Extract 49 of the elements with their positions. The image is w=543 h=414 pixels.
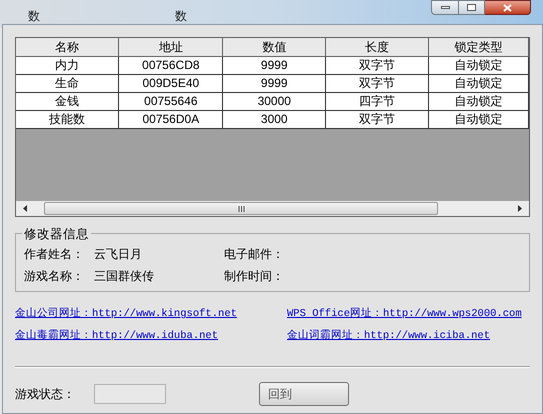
- column-header[interactable]: 名称: [16, 38, 119, 56]
- horizontal-scrollbar[interactable]: [16, 201, 529, 216]
- column-header[interactable]: 数值: [222, 38, 326, 56]
- table-cell: 自动锁定: [428, 56, 528, 74]
- field-label: 游戏名称：: [24, 268, 85, 284]
- table-cell: 自动锁定: [428, 110, 528, 128]
- table-cell: 3000: [222, 110, 326, 128]
- table-cell: 00756CD8: [118, 56, 223, 74]
- table-cell: 9999: [222, 56, 326, 74]
- column-header[interactable]: 锁定类型: [428, 38, 528, 56]
- table-cell: 30000: [222, 92, 326, 110]
- field-label: 电子邮件：: [224, 246, 284, 262]
- link[interactable]: 金山公司网址：http://www.kingsoft.net: [15, 306, 287, 322]
- table-cell: 00755646: [118, 92, 223, 110]
- field-label: 制作时间：: [224, 268, 284, 284]
- table-cell: 双字节: [326, 110, 429, 128]
- scroll-left-icon[interactable]: [23, 205, 27, 212]
- status-field: [94, 384, 166, 404]
- table-cell: 自动锁定: [428, 74, 528, 92]
- table-cell: 009D5E40: [118, 74, 223, 92]
- status-label: 游戏状态：: [15, 386, 76, 403]
- column-header[interactable]: 地址: [118, 38, 223, 56]
- table-cell: 双字节: [326, 74, 429, 92]
- column-label: 数: [28, 8, 40, 25]
- close-icon: [503, 4, 512, 12]
- scroll-right-icon[interactable]: [518, 205, 522, 212]
- table-cell: 自动锁定: [428, 92, 528, 110]
- grip-icon: [238, 206, 244, 212]
- return-button[interactable]: 回到: [259, 382, 349, 406]
- column-header[interactable]: 长度: [326, 38, 429, 56]
- table-cell: 9999: [222, 74, 326, 92]
- link[interactable]: WPS Office网址：http://www.wps2000.com: [287, 306, 530, 322]
- close-button[interactable]: [485, 0, 531, 15]
- link[interactable]: 金山词霸网址：http://www.iciba.net: [287, 328, 530, 344]
- field-value: 三国群侠传: [94, 268, 155, 284]
- table-cell: 四字节: [326, 92, 429, 110]
- scrollbar-thumb[interactable]: [44, 202, 438, 215]
- table-cell: 技能数: [16, 110, 119, 128]
- table-cell: 00756D0A: [118, 110, 223, 128]
- field-label: 作者姓名：: [24, 246, 85, 262]
- minimize-button[interactable]: [431, 0, 459, 15]
- field-value: 云飞日月: [94, 246, 143, 262]
- column-label: 数: [175, 8, 187, 25]
- table-cell: 内力: [16, 56, 119, 74]
- table-cell: 金钱: [16, 92, 119, 110]
- maximize-button[interactable]: [459, 0, 485, 15]
- table-cell: 生命: [16, 74, 119, 92]
- table-cell: 双字节: [326, 56, 429, 74]
- link[interactable]: 金山毒霸网址：http://www.iduba.net: [15, 328, 287, 344]
